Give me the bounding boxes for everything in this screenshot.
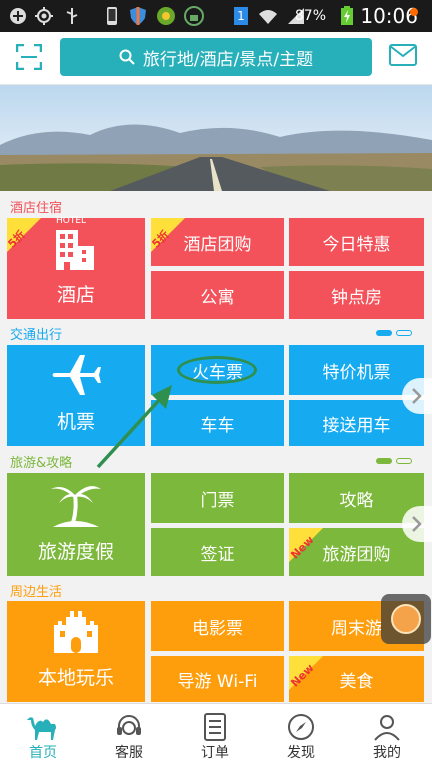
- shield-icon: [130, 7, 146, 25]
- search-icon: [119, 49, 135, 65]
- guides-label: 攻略: [339, 490, 374, 511]
- food-tile[interactable]: 美食 New: [288, 656, 424, 702]
- battery-percent: 87%: [294, 8, 326, 24]
- profile-icon: [374, 715, 400, 741]
- tab-discover-label: 发现: [287, 745, 315, 761]
- banner-image: [0, 85, 432, 191]
- hotel-group-buy-tile[interactable]: 酒店团购 5折: [149, 218, 284, 266]
- special-flights-label: 特价机票: [322, 362, 391, 383]
- transport-next-button[interactable]: [402, 378, 432, 414]
- annotation-arrow: [96, 385, 172, 469]
- transfer-car-label: 接送用车: [322, 415, 391, 436]
- add-icon: [10, 8, 26, 24]
- guide-wifi-tile[interactable]: 导游 Wi-Fi: [151, 656, 284, 702]
- hourly-room-tile[interactable]: 钟点房: [289, 271, 424, 319]
- weekend-trip-label: 周末游: [331, 618, 382, 639]
- travel-next-button[interactable]: [402, 506, 432, 542]
- palm-island-icon: [51, 486, 101, 527]
- car-rental-label: 车车: [200, 415, 235, 436]
- guide-wifi-label: 导游 Wi-Fi: [177, 671, 258, 692]
- search-placeholder: 旅行地/酒店/景点/主题: [142, 49, 314, 70]
- hotel-building-icon: HOTEL: [54, 216, 98, 272]
- castle-icon: [54, 611, 98, 653]
- clock: 10:06: [360, 4, 418, 28]
- top-bar: 旅行地/酒店/景点/主题: [0, 32, 432, 85]
- assistant-circle-icon: [391, 604, 421, 634]
- phone-icon: [107, 7, 117, 25]
- today-deals-tile[interactable]: 今日特惠: [289, 218, 424, 266]
- scan-icon[interactable]: [16, 44, 42, 70]
- promo-banner[interactable]: [0, 85, 432, 191]
- tab-discover[interactable]: 发现: [258, 704, 344, 768]
- hotel-label: 酒店: [56, 284, 95, 306]
- local-fun-tile[interactable]: 本地玩乐: [7, 601, 145, 702]
- movie-tickets-label: 电影票: [192, 618, 243, 639]
- game-icon: [157, 7, 175, 25]
- lock-icon: [184, 6, 204, 26]
- food-label: 美食: [339, 671, 374, 692]
- apartment-tile[interactable]: 公寓: [151, 271, 284, 319]
- floating-assistant-button[interactable]: [381, 594, 431, 644]
- unread-dot: [410, 8, 418, 16]
- order-list-icon: [204, 713, 226, 741]
- section-title-local: 周边生活: [10, 585, 63, 600]
- battery-icon: [341, 6, 353, 25]
- wifi-icon: [259, 10, 277, 24]
- search-bar[interactable]: 旅行地/酒店/景点/主题: [60, 38, 372, 76]
- transport-page-dots: [376, 330, 412, 336]
- tab-service-label: 客服: [115, 745, 143, 761]
- tab-service[interactable]: 客服: [86, 704, 172, 768]
- attraction-tickets-tile[interactable]: 门票: [151, 473, 284, 523]
- vacation-tile[interactable]: 旅游度假: [7, 473, 145, 576]
- headset-icon: [117, 715, 141, 735]
- section-title-travel: 旅游&攻略: [10, 456, 73, 471]
- compass-icon: [288, 714, 314, 740]
- mail-icon[interactable]: [389, 44, 417, 66]
- usb-icon: [66, 8, 78, 24]
- tab-profile[interactable]: 我的: [344, 704, 430, 768]
- visa-label: 签证: [200, 544, 235, 565]
- tab-home-label: 首页: [29, 745, 57, 761]
- hotel-group-buy-label: 酒店团购: [183, 234, 252, 255]
- bottom-tab-bar: 首页 客服 订单 发现 我的: [0, 703, 432, 768]
- section-title-transport: 交通出行: [10, 328, 63, 343]
- attraction-tickets-label: 门票: [200, 490, 235, 511]
- tab-profile-label: 我的: [373, 745, 401, 761]
- status-bar: 1 87% 10:06: [0, 0, 432, 32]
- chevron-right-icon: [412, 516, 422, 532]
- movie-tickets-tile[interactable]: 电影票: [151, 601, 284, 651]
- tab-home[interactable]: 首页: [0, 704, 86, 768]
- travel-page-dots: [376, 458, 412, 464]
- hotel-tile[interactable]: HOTEL 酒店 5折: [5, 216, 145, 319]
- hotel-sign: HOTEL: [56, 216, 87, 226]
- gps-icon: [35, 7, 53, 25]
- section-title-hotel: 酒店住宿: [10, 201, 63, 216]
- local-fun-label: 本地玩乐: [37, 667, 114, 689]
- camel-icon: [27, 717, 56, 740]
- tab-orders-label: 订单: [201, 745, 229, 761]
- tour-group-buy-label: 旅游团购: [322, 544, 391, 565]
- visa-tile[interactable]: 签证: [151, 528, 284, 576]
- apartment-label: 公寓: [200, 287, 235, 308]
- notification-badge: 1: [234, 7, 248, 25]
- vacation-label: 旅游度假: [37, 541, 114, 563]
- today-deals-label: 今日特惠: [322, 234, 391, 255]
- hourly-room-label: 钟点房: [331, 287, 382, 308]
- tab-orders[interactable]: 订单: [172, 704, 258, 768]
- chevron-right-icon: [412, 388, 422, 404]
